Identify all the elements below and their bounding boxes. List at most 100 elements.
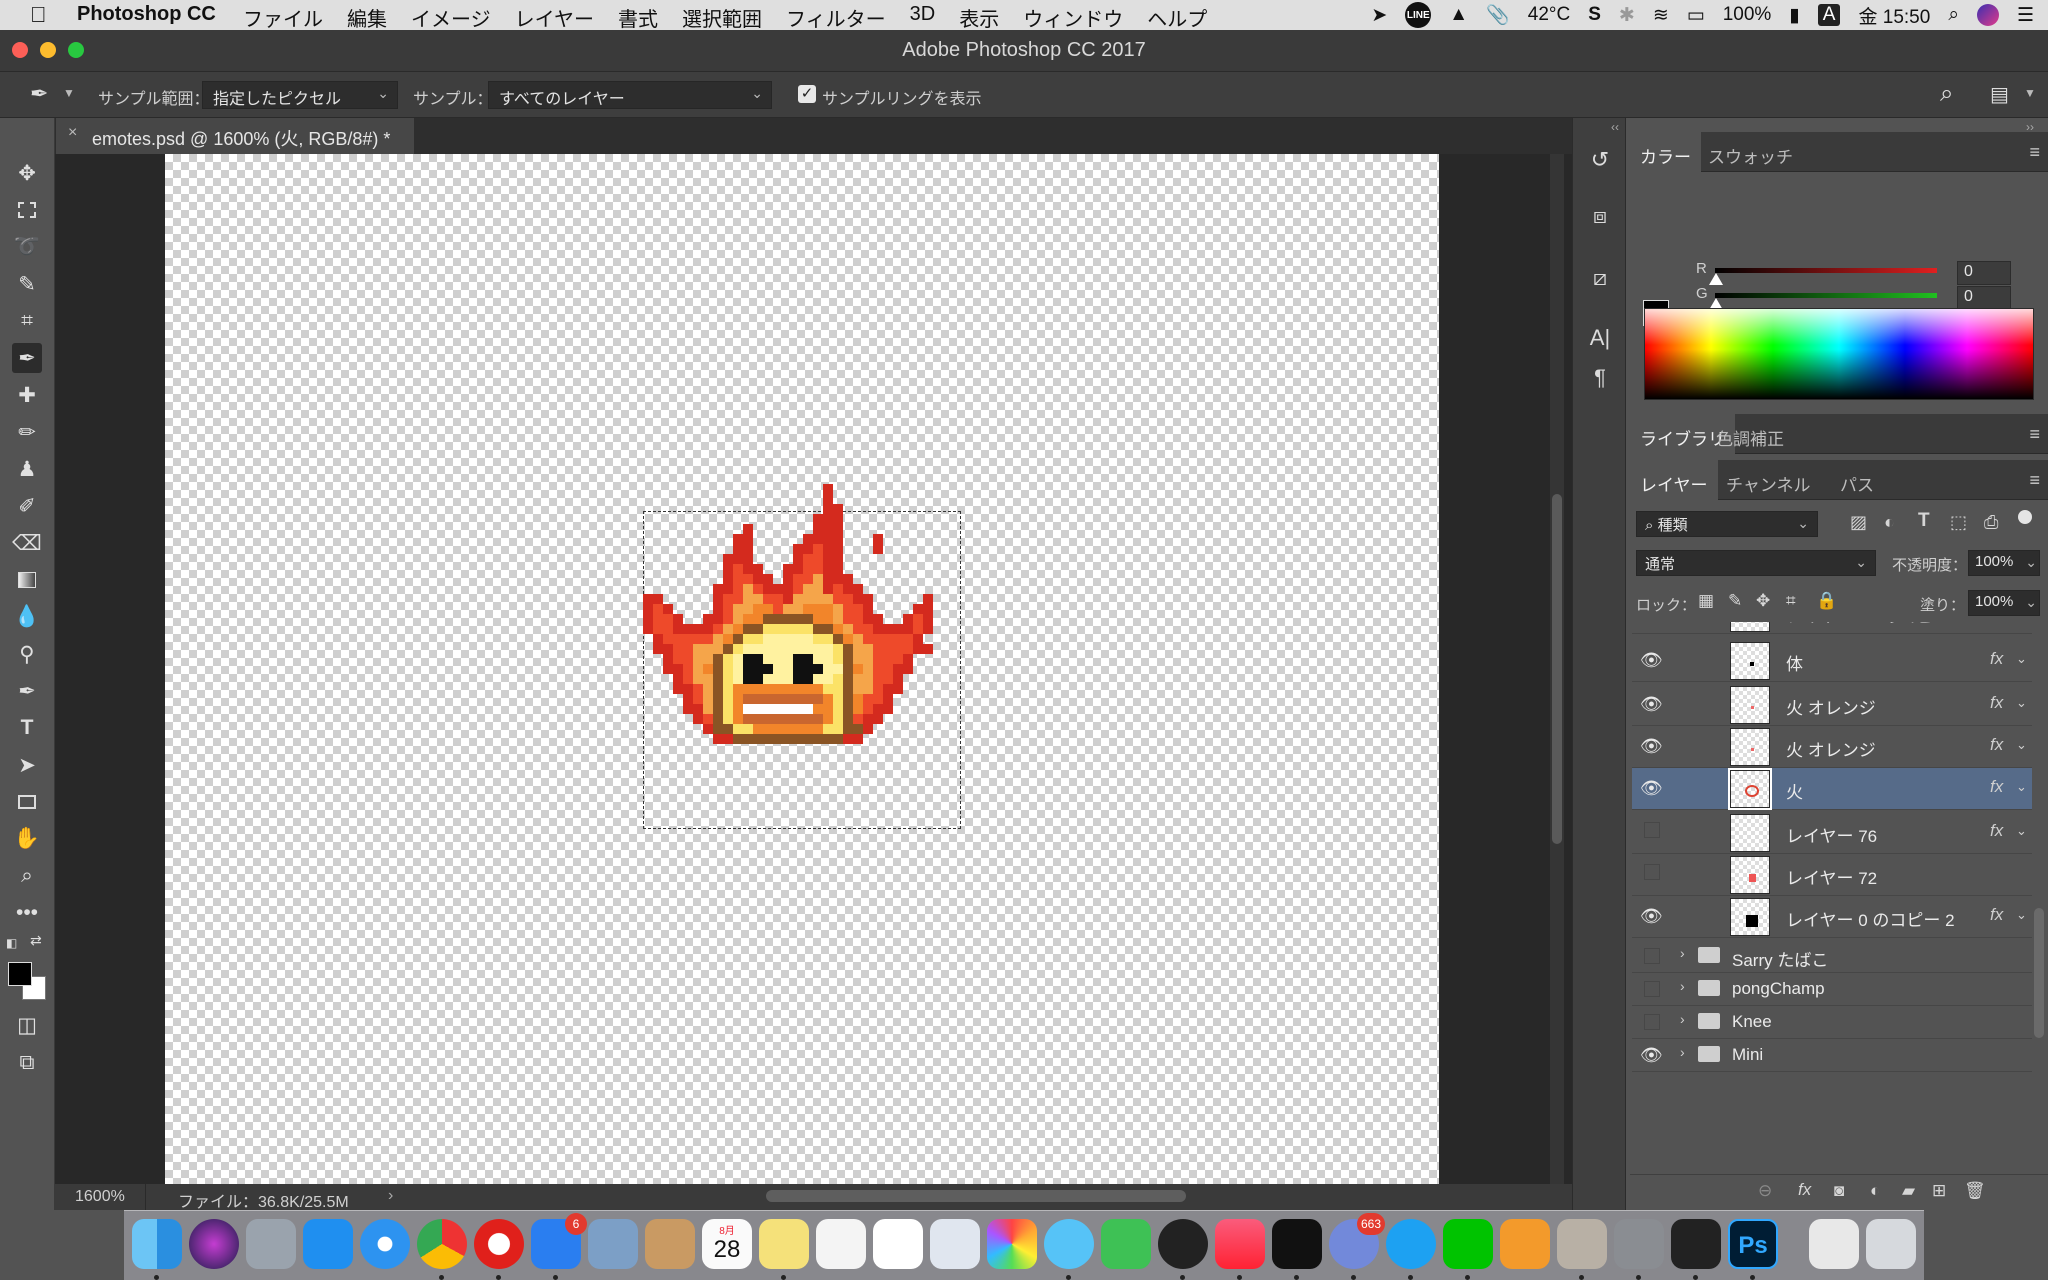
menu-4[interactable]: 書式 xyxy=(618,3,658,32)
tab-channels[interactable]: チャンネル xyxy=(1716,460,1821,500)
layer-row[interactable]: レイヤー 66 のコピーfx⌄ xyxy=(1632,622,2032,634)
eyedropper-tool-icon[interactable]: ✒ xyxy=(12,343,42,373)
new-group-icon[interactable]: ▰ xyxy=(1902,1181,1915,1201)
visibility-eye-icon[interactable]: 👁 xyxy=(1640,650,1663,670)
horizontal-scroll-thumb[interactable] xyxy=(766,1190,1186,1202)
filter-toggle-icon[interactable] xyxy=(2018,510,2032,524)
color-panel-menu-icon[interactable]: ≡ xyxy=(2029,142,2040,163)
line-dock-icon[interactable] xyxy=(1443,1219,1493,1280)
input-source-icon[interactable]: A xyxy=(1817,4,1841,26)
layer-group-row[interactable]: 👁 › Mini xyxy=(1632,1039,2032,1072)
visibility-toggle[interactable] xyxy=(1644,981,1660,997)
safari-dock-icon[interactable] xyxy=(360,1219,410,1269)
fill-input[interactable]: 100% ⌄ xyxy=(1968,590,2040,616)
lock-transparent-pixels-icon[interactable]: ▦ xyxy=(1698,591,1714,611)
show-sampling-ring-checkbox[interactable]: ✓ xyxy=(798,85,816,103)
swap-colors-icon[interactable]: ⇄ xyxy=(30,932,42,949)
close-document-icon[interactable]: × xyxy=(68,124,77,142)
apple-menu-icon[interactable]:  xyxy=(30,2,47,28)
blend-mode-select[interactable]: 通常 ⌄ xyxy=(1636,550,1876,576)
layer-row[interactable]: レイヤー 72 xyxy=(1632,854,2032,896)
vertical-scrollbar[interactable] xyxy=(1550,154,1564,1184)
menu-7[interactable]: 3D xyxy=(910,3,936,32)
search-icon[interactable]: ⌕ xyxy=(1940,80,1953,108)
expand-panels-icon[interactable]: ‹‹ xyxy=(1611,120,1619,134)
clone-stamp-tool-icon[interactable]: ♟ xyxy=(12,454,42,484)
document-tab[interactable]: × emotes.psd @ 1600% (火, RGB/8#) * xyxy=(56,118,414,154)
filter-type-layer-icon[interactable]: T xyxy=(1918,510,1930,532)
visibility-toggle[interactable] xyxy=(1644,822,1660,838)
eraser-tool-icon[interactable]: ⌫ xyxy=(12,528,42,558)
history-brush-tool-icon[interactable]: ✐ xyxy=(12,491,42,521)
layers-panel-menu-icon[interactable]: ≡ xyxy=(2029,470,2040,491)
gradient-tool-icon[interactable] xyxy=(12,565,42,595)
move-tool-icon[interactable]: ✥ xyxy=(12,158,42,188)
bluetooth-icon[interactable]: ✱ xyxy=(1619,4,1635,27)
layer-fx-icon[interactable]: fx xyxy=(1990,777,2003,797)
layer-row[interactable]: 👁 体 fx ⌄ xyxy=(1632,640,2032,682)
foreground-color-swatch[interactable] xyxy=(8,962,32,986)
lock-all-icon[interactable]: 🔒 xyxy=(1816,591,1837,611)
filter-smart-object-icon[interactable]: ⎙ xyxy=(1984,512,1998,533)
new-layer-icon[interactable]: ⊞ xyxy=(1932,1181,1946,1201)
visibility-toggle[interactable] xyxy=(1644,948,1660,964)
opera-dock-icon[interactable] xyxy=(474,1219,524,1280)
opacity-input[interactable]: 100% ⌄ xyxy=(1968,550,2040,576)
filter-shape-layer-icon[interactable]: ⬚ xyxy=(1950,512,1967,533)
add-layer-style-icon[interactable]: fx xyxy=(1798,1180,1811,1200)
tab-layers[interactable]: レイヤー xyxy=(1630,460,1718,500)
finder-dock-icon[interactable] xyxy=(132,1219,182,1280)
messages-dock-icon[interactable] xyxy=(1044,1219,1094,1280)
expand-effects-chevron-icon[interactable]: ⌄ xyxy=(2016,695,2027,711)
contacts-dock-icon[interactable] xyxy=(645,1219,695,1269)
layer-group-row[interactable]: › Sarry たばこ xyxy=(1632,940,2032,973)
expand-group-chevron-icon[interactable]: › xyxy=(1680,1011,1685,1027)
layer-row[interactable]: 👁 火 オレンジ fx ⌄ xyxy=(1632,726,2032,768)
lasso-tool-icon[interactable]: ➰ xyxy=(12,232,42,262)
activity-monitor-dock-icon[interactable] xyxy=(1671,1219,1721,1280)
twitter-dock-icon[interactable] xyxy=(1386,1219,1436,1280)
menu-0[interactable]: ファイル xyxy=(243,3,323,32)
vertical-scroll-thumb[interactable] xyxy=(1552,494,1562,844)
rectangle-tool-icon[interactable] xyxy=(12,787,42,817)
healing-brush-tool-icon[interactable]: ✚ xyxy=(12,380,42,410)
workspace-chevron-icon[interactable]: ▼ xyxy=(2024,86,2036,100)
dodge-tool-icon[interactable]: ⚲ xyxy=(12,639,42,669)
properties-panel-icon[interactable]: ⧄ xyxy=(1586,264,1614,292)
trash-dock-icon[interactable] xyxy=(1866,1219,1916,1269)
launchpad-dock-icon[interactable] xyxy=(246,1219,296,1269)
type-tool-icon[interactable]: T xyxy=(12,713,42,743)
expand-effects-chevron-icon[interactable]: ⌄ xyxy=(2016,907,2027,923)
books-dock-icon[interactable] xyxy=(1500,1219,1550,1269)
layer-filter-kind-select[interactable]: ⌕ 種類 ⌄ xyxy=(1636,511,1818,537)
sample-size-select[interactable]: 指定したピクセル ⌄ xyxy=(202,81,398,109)
tab-paths[interactable]: パス xyxy=(1830,460,1884,500)
calendar-dock-icon[interactable]: 8月 28 xyxy=(702,1219,752,1269)
layer-row[interactable]: 👁 火 fx ⌄ xyxy=(1632,768,2032,810)
lock-position-icon[interactable]: ✥ xyxy=(1756,591,1770,611)
menu-2[interactable]: イメージ xyxy=(411,3,491,32)
channel-value-r[interactable]: 0 xyxy=(1957,261,2011,285)
menu-10[interactable]: ヘルプ xyxy=(1147,3,1207,32)
expand-effects-chevron-icon[interactable]: ⌄ xyxy=(2016,779,2027,795)
visibility-eye-icon[interactable]: 👁 xyxy=(1640,778,1663,798)
expand-effects-chevron-icon[interactable]: ⌄ xyxy=(2016,651,2027,667)
document-dock-icon[interactable] xyxy=(1809,1219,1859,1269)
location-arrow-icon[interactable]: ➤ xyxy=(1371,4,1387,27)
blur-tool-icon[interactable]: 💧 xyxy=(12,602,42,632)
expand-group-chevron-icon[interactable]: › xyxy=(1680,978,1685,994)
battery-icon[interactable]: ▮ xyxy=(1789,4,1799,27)
menu-3[interactable]: レイヤー xyxy=(515,3,594,32)
drive-icon[interactable]: ▲ xyxy=(1449,4,1468,26)
lock-image-pixels-icon[interactable]: ✎ xyxy=(1728,591,1742,611)
chrome-dock-icon[interactable] xyxy=(417,1219,467,1280)
photo-app-dock-icon[interactable] xyxy=(1557,1219,1607,1280)
pen-tool-icon[interactable]: ✒ xyxy=(12,676,42,706)
zoom-level[interactable]: 1600% xyxy=(75,1188,125,1206)
more-tools-icon[interactable]: ••• xyxy=(12,898,42,928)
menu-9[interactable]: ウィンドウ xyxy=(1023,3,1123,32)
zoom-tool-icon[interactable]: ⌕ xyxy=(12,861,42,891)
channel-value-g[interactable]: 0 xyxy=(1957,286,2011,310)
preset-chevron-icon[interactable]: ▼ xyxy=(63,86,75,100)
sample-layers-select[interactable]: すべてのレイヤー ⌄ xyxy=(488,81,772,109)
